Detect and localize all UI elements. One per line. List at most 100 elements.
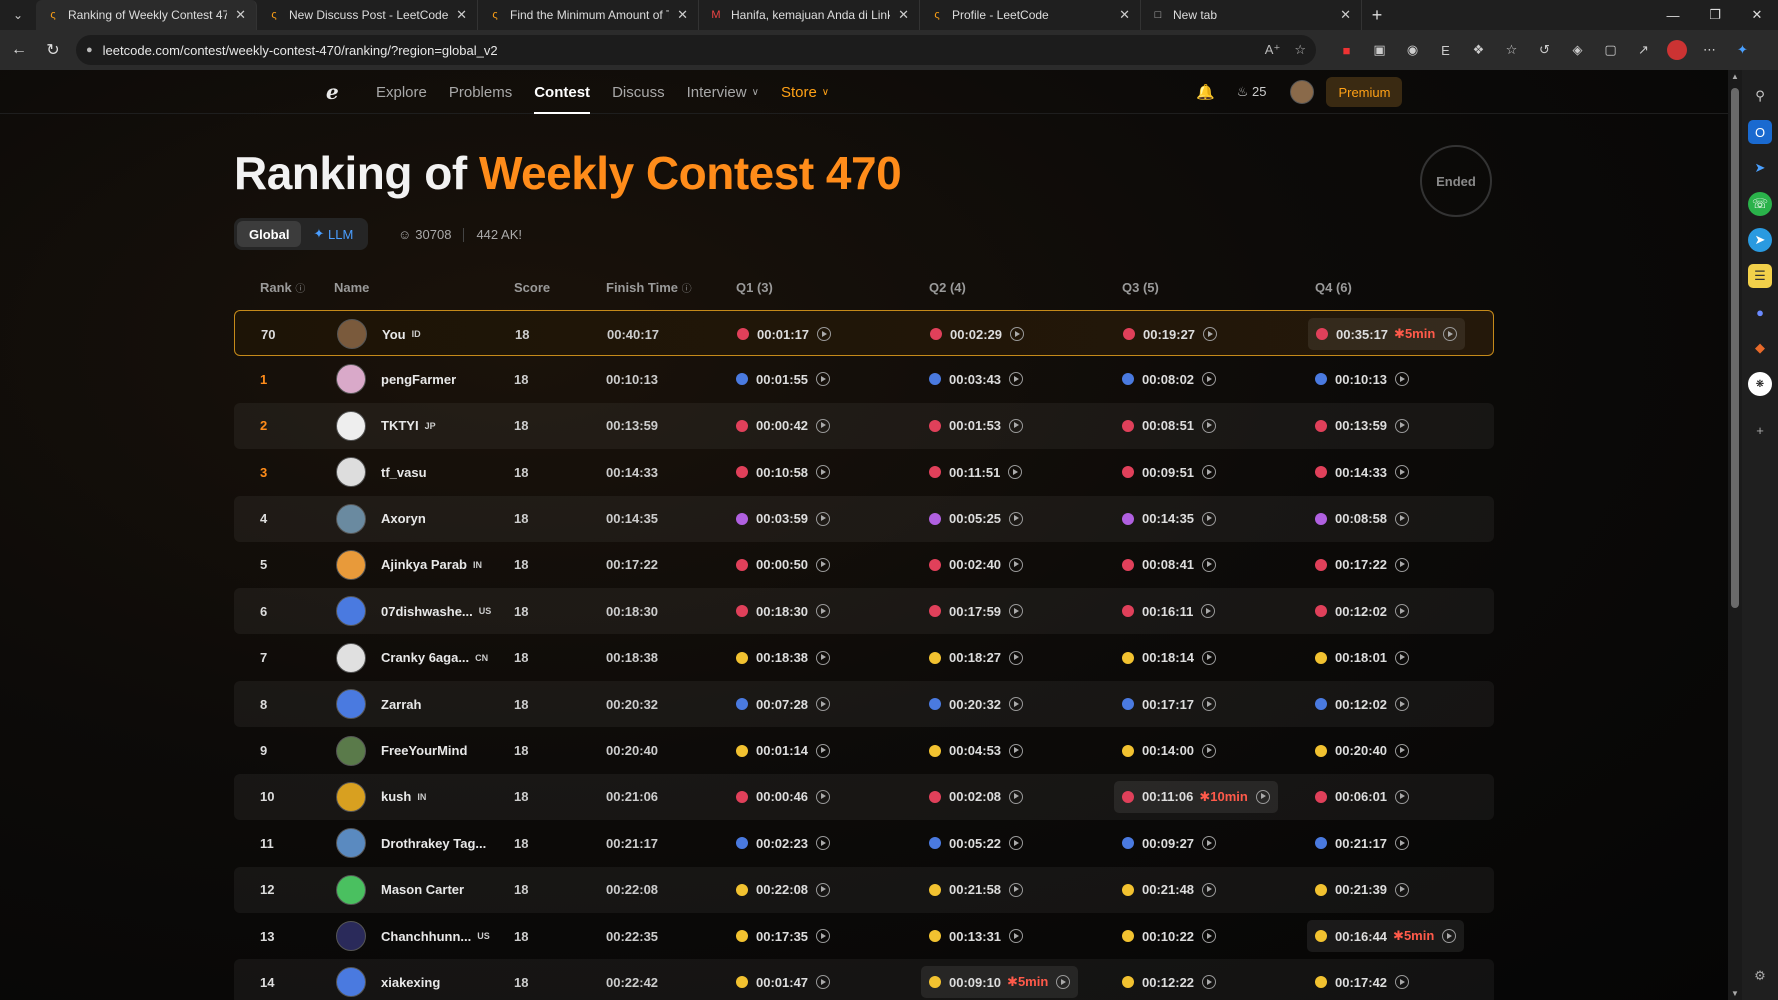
username-link[interactable]: tf_vasu (381, 449, 427, 495)
user-avatar[interactable] (337, 319, 367, 349)
user-avatar[interactable] (336, 549, 366, 580)
user-avatar[interactable] (336, 410, 366, 441)
view-submission-play-icon[interactable] (1009, 743, 1024, 758)
browser-tab[interactable]: □ New tab ✕ (1141, 0, 1362, 30)
q2-cell[interactable]: 00:17:59 (929, 588, 1024, 634)
notification-bell-icon[interactable]: 🔔 (1196, 83, 1215, 101)
favorite-star-icon[interactable]: ☆ (1294, 42, 1306, 58)
view-submission-play-icon[interactable] (1203, 327, 1218, 341)
view-submission-play-icon[interactable] (1202, 418, 1217, 433)
q1-cell[interactable]: 00:01:14 (736, 728, 831, 774)
q1-cell[interactable]: 00:01:55 (736, 356, 831, 402)
view-submission-play-icon[interactable] (816, 882, 831, 897)
q1-cell[interactable]: 00:07:28 (736, 681, 831, 727)
telegram-icon[interactable]: ➤ (1748, 228, 1772, 252)
close-tab-icon[interactable]: ✕ (456, 7, 467, 23)
q4-cell[interactable]: 00:17:42 (1315, 959, 1410, 1000)
scroll-thumb[interactable] (1731, 88, 1739, 608)
outlook-icon[interactable]: O (1748, 120, 1772, 144)
view-submission-play-icon[interactable] (816, 836, 831, 851)
whatsapp-icon[interactable]: ☏ (1748, 192, 1772, 216)
view-submission-play-icon[interactable] (1202, 743, 1217, 758)
user-avatar[interactable] (336, 828, 366, 859)
share-icon[interactable]: ↗ (1627, 35, 1660, 65)
view-submission-play-icon[interactable] (816, 650, 831, 665)
q1-cell[interactable]: 00:01:47 (736, 959, 831, 1000)
q3-cell[interactable]: 00:14:35 (1122, 496, 1217, 542)
username-link[interactable]: Axoryn (381, 496, 426, 542)
q3-cell[interactable]: 00:16:11 (1122, 588, 1216, 634)
view-submission-play-icon[interactable] (816, 697, 831, 712)
premium-button[interactable]: Premium (1326, 77, 1403, 107)
view-submission-play-icon[interactable] (1395, 465, 1410, 480)
view-submission-play-icon[interactable] (816, 511, 831, 526)
username-link[interactable]: You ID (382, 311, 421, 357)
q3-cell[interactable]: 00:09:51 (1122, 449, 1217, 495)
site-info-icon[interactable]: ● (86, 44, 93, 56)
extension-badge-icon[interactable]: ◉ (1396, 35, 1429, 65)
q2-cell[interactable]: 00:04:53 (929, 728, 1024, 774)
view-submission-play-icon[interactable] (1395, 372, 1410, 387)
user-avatar[interactable] (336, 967, 366, 998)
q2-cell[interactable]: 00:03:43 (929, 356, 1024, 402)
close-window-icon[interactable]: ✕ (1736, 0, 1778, 30)
q3-cell[interactable]: 00:09:27 (1122, 820, 1217, 866)
office-icon[interactable]: ◆ (1748, 336, 1772, 360)
user-avatar[interactable] (336, 364, 366, 395)
url-text[interactable]: leetcode.com/contest/weekly-contest-470/… (103, 43, 1251, 58)
username-link[interactable]: kush IN (381, 774, 426, 820)
q1-cell[interactable]: 00:10:58 (736, 449, 831, 495)
address-bar[interactable]: ● leetcode.com/contest/weekly-contest-47… (76, 35, 1316, 65)
view-submission-play-icon[interactable] (1056, 975, 1071, 990)
minimize-icon[interactable]: — (1652, 0, 1694, 30)
q3-cell[interactable]: 00:08:02 (1122, 356, 1217, 402)
view-submission-play-icon[interactable] (1009, 882, 1024, 897)
q3-cell[interactable]: 00:18:14 (1122, 635, 1217, 681)
view-submission-play-icon[interactable] (1009, 418, 1024, 433)
q1-cell[interactable]: 00:22:08 (736, 867, 831, 913)
streak-counter[interactable]: ♨ 25 (1237, 84, 1267, 100)
close-tab-icon[interactable]: ✕ (898, 7, 909, 23)
new-tab-button[interactable]: + (1362, 0, 1392, 30)
user-avatar[interactable] (336, 457, 366, 488)
view-submission-play-icon[interactable] (1202, 650, 1217, 665)
view-submission-play-icon[interactable] (1202, 882, 1217, 897)
q1-cell[interactable]: 00:03:59 (736, 496, 831, 542)
extension-shield-icon[interactable]: ▣ (1363, 35, 1396, 65)
view-submission-play-icon[interactable] (1009, 604, 1024, 619)
q2-cell[interactable]: 00:02:29 (930, 311, 1025, 357)
q4-cell[interactable]: 00:14:33 (1315, 449, 1410, 495)
q3-cell[interactable]: 00:21:48 (1122, 867, 1217, 913)
username-link[interactable]: Drothrakey Tag... (381, 820, 486, 866)
view-submission-play-icon[interactable] (817, 327, 832, 341)
user-avatar[interactable] (336, 874, 366, 905)
view-submission-play-icon[interactable] (1443, 327, 1458, 341)
nav-link-problems[interactable]: Problems (449, 70, 512, 114)
view-submission-play-icon[interactable] (1395, 418, 1410, 433)
favorites-icon[interactable]: ☆ (1495, 35, 1528, 65)
browser-tab[interactable]: ς Ranking of Weekly Contest 470 - ✕ (36, 0, 257, 30)
view-submission-play-icon[interactable] (1395, 882, 1410, 897)
view-submission-play-icon[interactable] (1202, 697, 1217, 712)
q2-cell[interactable]: 00:02:40 (929, 542, 1024, 588)
username-link[interactable]: Ajinkya Parab IN (381, 542, 482, 588)
close-tab-icon[interactable]: ✕ (235, 7, 246, 23)
view-submission-play-icon[interactable] (1010, 327, 1025, 341)
q4-cell[interactable]: 00:16:44 ✱5min (1307, 920, 1465, 953)
view-submission-play-icon[interactable] (1008, 465, 1023, 480)
username-link[interactable]: FreeYourMind (381, 728, 467, 774)
username-link[interactable]: Mason Carter (381, 867, 464, 913)
browser-tab[interactable]: ς New Discuss Post - LeetCode ✕ (257, 0, 478, 30)
q4-cell[interactable]: 00:08:58 (1315, 496, 1410, 542)
view-submission-play-icon[interactable] (1009, 511, 1024, 526)
q2-cell[interactable]: 00:21:58 (929, 867, 1024, 913)
q1-cell[interactable]: 00:18:38 (736, 635, 831, 681)
q4-cell[interactable]: 00:35:17 ✱5min (1308, 318, 1466, 350)
view-submission-play-icon[interactable] (1202, 511, 1217, 526)
q4-cell[interactable]: 00:13:59 (1315, 403, 1410, 449)
view-submission-play-icon[interactable] (1255, 789, 1270, 804)
view-submission-play-icon[interactable] (816, 372, 831, 387)
search-icon[interactable]: ⚲ (1748, 84, 1772, 108)
user-avatar[interactable] (336, 921, 366, 952)
view-submission-play-icon[interactable] (1395, 604, 1410, 619)
